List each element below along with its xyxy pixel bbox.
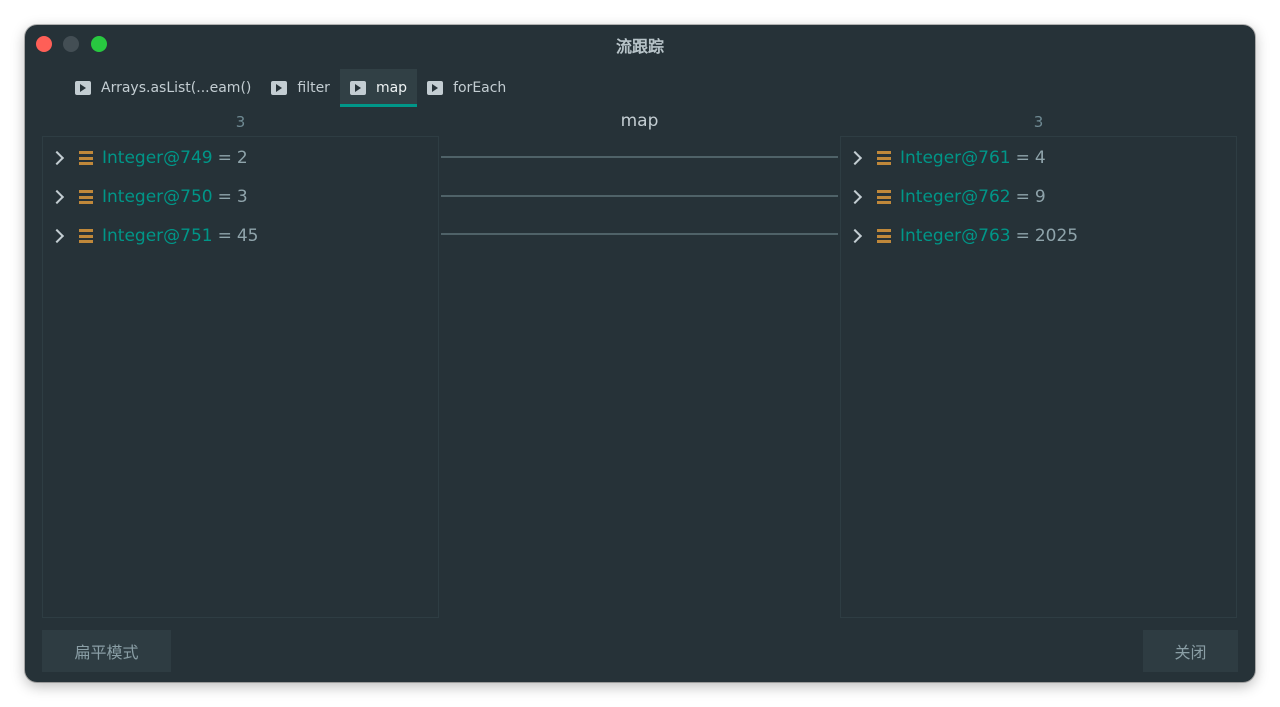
chevron-right-icon[interactable] [49,150,65,166]
list-item[interactable]: Integer@763 = 2025 [841,222,1236,250]
item-value: 9 [1034,187,1046,207]
field-stack-icon [877,151,891,165]
flat-mode-button[interactable]: 扁平模式 [42,630,171,672]
operation-tabs: Arrays.asList(...eam() filter map forEac… [65,69,516,107]
tab-foreach[interactable]: forEach [417,69,516,107]
title-bar: 流跟踪 [25,25,1255,63]
console-run-icon [75,81,91,95]
item-equals: = [1015,187,1030,207]
item-name: Integer@750 [102,187,213,207]
item-name: Integer@749 [102,148,213,168]
chevron-right-icon[interactable] [847,228,863,244]
stream-trace-window: 流跟踪 Arrays.asList(...eam() filter map fo… [25,25,1255,682]
item-value: 3 [236,187,248,207]
list-item[interactable]: Integer@749 = 2 [43,144,438,172]
tab-filter[interactable]: filter [261,69,340,107]
left-values-panel: Integer@749 = 2 Integer@750 = 3 Integer@… [42,136,439,618]
item-name: Integer@763 [900,226,1011,246]
window-title: 流跟踪 [615,37,664,56]
field-stack-icon [79,151,93,165]
tab-map[interactable]: map [339,69,418,107]
right-count: 3 [1033,113,1044,131]
list-item[interactable]: Integer@750 = 3 [43,183,438,211]
tab-label: Arrays.asList(...eam() [101,80,252,96]
chevron-right-icon[interactable] [49,189,65,205]
mapping-connectors [441,156,838,235]
item-equals: = [1015,148,1030,168]
list-item[interactable]: Integer@761 = 4 [841,144,1236,172]
item-name: Integer@761 [900,148,1011,168]
item-equals: = [217,226,232,246]
tab-label: forEach [453,80,507,96]
item-equals: = [1015,226,1030,246]
chevron-right-icon[interactable] [49,228,65,244]
console-run-icon [349,81,366,95]
list-item[interactable]: Integer@762 = 9 [841,183,1236,211]
field-stack-icon [877,190,891,204]
tab-arrays-aslist[interactable]: Arrays.asList(...eam() [65,69,261,107]
tab-label: map [375,80,408,96]
console-run-icon [271,81,288,95]
field-stack-icon [877,229,891,243]
operation-label: map [620,111,659,131]
item-equals: = [217,148,232,168]
field-stack-icon [79,190,93,204]
list-item[interactable]: Integer@751 = 45 [43,222,438,250]
item-value: 4 [1034,148,1046,168]
tab-label: filter [297,80,330,96]
close-button[interactable]: 关闭 [1143,630,1238,672]
item-name: Integer@762 [900,187,1011,207]
item-value: 2025 [1034,226,1079,246]
item-value: 45 [236,226,259,246]
item-value: 2 [236,148,248,168]
right-values-panel: Integer@761 = 4 Integer@762 = 9 Integer@… [840,136,1237,618]
chevron-right-icon[interactable] [847,189,863,205]
item-name: Integer@751 [102,226,213,246]
item-equals: = [217,187,232,207]
console-run-icon [427,81,444,95]
field-stack-icon [79,229,93,243]
chevron-right-icon[interactable] [847,150,863,166]
left-count: 3 [235,113,246,131]
